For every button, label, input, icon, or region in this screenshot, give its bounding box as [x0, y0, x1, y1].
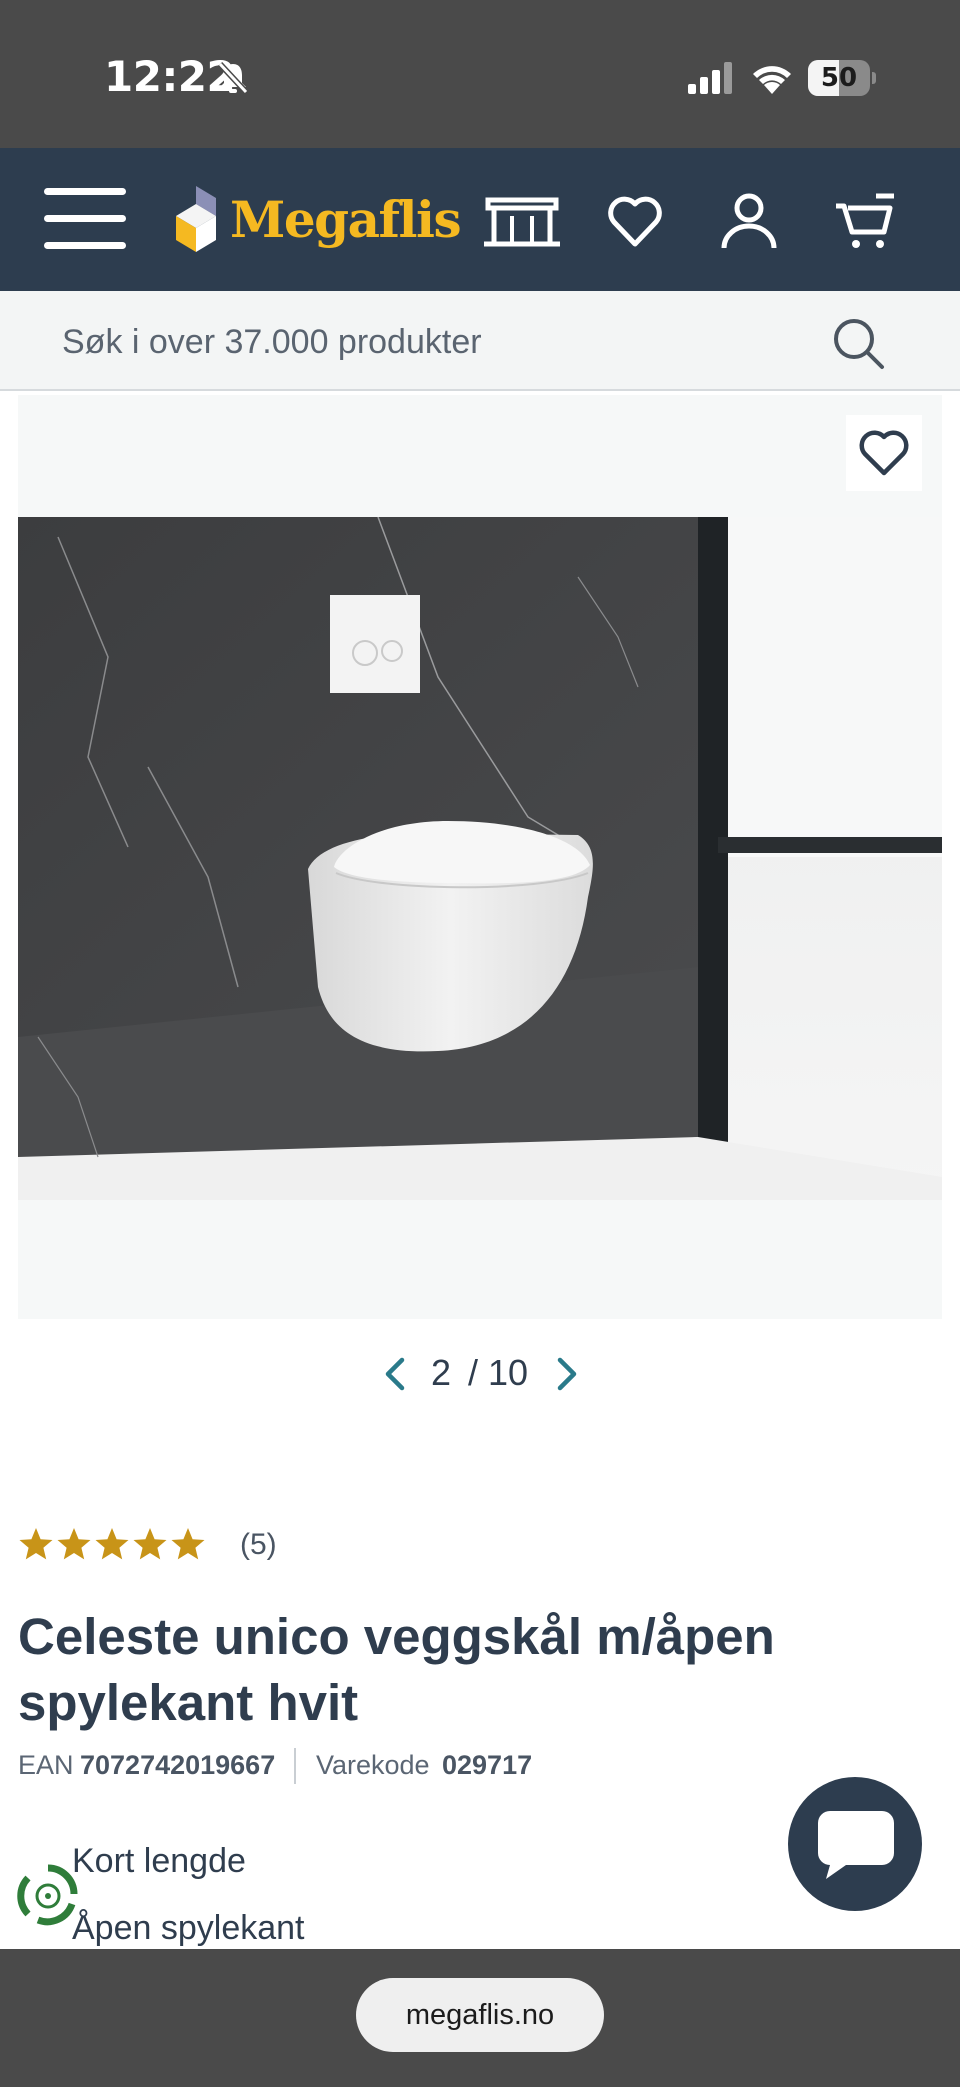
product-rating[interactable]: (5) — [18, 1526, 318, 1566]
site-logo[interactable]: Megaflis — [168, 182, 462, 258]
logo-text: Megaflis — [230, 190, 462, 249]
user-icon[interactable] — [720, 192, 778, 252]
eco-badge[interactable] — [14, 1860, 82, 1932]
pager-current: 2 — [430, 1352, 452, 1393]
item-code-label: Varekode — [316, 1750, 430, 1780]
gallery-pager: 2 / 10 — [0, 1344, 960, 1400]
logo-mark-icon — [176, 186, 216, 252]
ean-value: 7072742019667 — [80, 1750, 276, 1780]
star-icon — [95, 1528, 129, 1560]
star-icon — [19, 1528, 53, 1560]
heart-outline-icon — [859, 430, 909, 476]
feature-item: Åpen spylekant — [72, 1909, 305, 1947]
favorite-button[interactable] — [846, 415, 922, 491]
signal-icon — [688, 62, 732, 94]
ean-label: EAN — [18, 1750, 74, 1780]
product-image[interactable] — [18, 517, 942, 1200]
battery-percentage: 50 — [820, 63, 858, 93]
search-icon[interactable] — [830, 315, 886, 371]
search-input[interactable] — [62, 319, 802, 365]
search-bar — [0, 291, 960, 391]
star-icon — [133, 1528, 167, 1560]
site-header: Megaflis — [0, 148, 960, 291]
eco-badge-icon — [17, 1864, 78, 1926]
rating-count[interactable]: (5) — [240, 1528, 277, 1562]
browser-bar: megaflis.no — [0, 1949, 960, 2087]
pager-total: / 10 — [468, 1352, 529, 1393]
url-bar[interactable]: megaflis.no — [356, 1978, 604, 2052]
cart-icon[interactable] — [832, 192, 896, 252]
item-code-value: 029717 — [442, 1750, 533, 1780]
store-icon[interactable] — [484, 192, 560, 252]
star-icon — [57, 1528, 91, 1560]
code-divider — [294, 1748, 296, 1784]
chevron-right-icon[interactable] — [552, 1354, 582, 1394]
menu-icon[interactable] — [44, 188, 126, 250]
product-title: Celeste unico veggskål m/åpen spylekant … — [18, 1608, 775, 1731]
wifi-icon — [753, 66, 791, 94]
chat-button[interactable] — [788, 1777, 922, 1911]
feature-item: Kort lengde — [72, 1842, 246, 1880]
bell-muted-icon — [217, 61, 249, 95]
star-icon — [171, 1528, 205, 1560]
status-bar: 12:22 50 — [0, 0, 960, 148]
heart-icon[interactable] — [606, 192, 664, 252]
product-codes: EAN 7072742019667 Varekode 029717 — [18, 1748, 618, 1790]
product-gallery — [18, 395, 942, 1319]
chat-bubble-icon — [818, 1811, 894, 1879]
battery-indicator: 50 — [808, 60, 876, 96]
chevron-left-icon[interactable] — [380, 1354, 410, 1394]
